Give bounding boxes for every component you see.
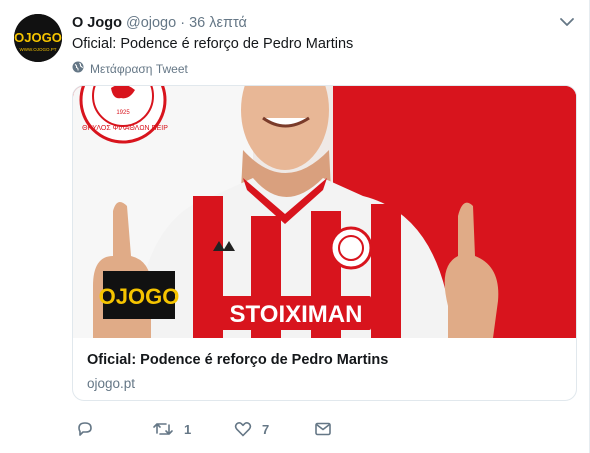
translate-link[interactable]: Μετάφραση Tweet [72, 61, 188, 76]
like-count: 7 [262, 421, 270, 437]
globe-icon [72, 61, 84, 76]
reply-icon [76, 420, 94, 438]
like-button[interactable]: 7 [234, 420, 269, 438]
translate-label: Μετάφραση Tweet [90, 61, 188, 76]
card-image[interactable]: 1925 ΘΡΥΛΟΣ ΦΙΛΑΘΛΩΝ ΠΕΙΡ STOIXIMAN OJOG… [73, 86, 576, 338]
card-body[interactable]: Oficial: Podence é reforço de Pedro Mart… [73, 338, 576, 400]
avatar[interactable]: OJOGO WWW.OJOGO.PT [14, 14, 62, 62]
tweet[interactable]: OJOGO WWW.OJOGO.PT O Jogo @ojogo · 36 λε… [0, 0, 590, 453]
svg-text:WWW.OJOGO.PT: WWW.OJOGO.PT [20, 47, 57, 52]
display-name[interactable]: O Jogo [72, 15, 122, 31]
ojogo-logo: OJOGO WWW.OJOGO.PT [14, 14, 62, 62]
svg-text:STOIXIMAN: STOIXIMAN [230, 301, 363, 328]
link-card[interactable]: 1925 ΘΡΥΛΟΣ ΦΙΛΑΘΛΩΝ ΠΕΙΡ STOIXIMAN OJOG… [72, 85, 577, 401]
separator: · [180, 15, 186, 31]
tweet-actions: 1 7 [72, 420, 492, 442]
card-domain: ojogo.pt [87, 376, 136, 391]
retweet-icon [152, 420, 174, 438]
reply-button[interactable] [76, 420, 104, 438]
retweet-button[interactable]: 1 [152, 420, 191, 438]
tweet-text: Oficial: Podence é reforço de Pedro Mart… [72, 36, 354, 52]
handle[interactable]: @ojogo [126, 15, 176, 31]
svg-text:OJOGO: OJOGO [14, 30, 62, 45]
timestamp[interactable]: 36 λεπτά [189, 15, 247, 31]
svg-text:OJOGO: OJOGO [99, 284, 180, 309]
direct-message-button[interactable] [314, 420, 332, 438]
svg-text:1925: 1925 [116, 110, 130, 116]
caret-down-icon[interactable] [559, 14, 575, 30]
player-photo: 1925 ΘΡΥΛΟΣ ΦΙΛΑΘΛΩΝ ΠΕΙΡ STOIXIMAN OJOG… [73, 86, 576, 338]
card-title[interactable]: Oficial: Podence é reforço de Pedro Mart… [87, 352, 388, 368]
retweet-count: 1 [184, 421, 192, 437]
tweet-header: O Jogo @ojogo · 36 λεπτά [72, 14, 247, 32]
svg-text:ΘΡΥΛΟΣ ΦΙΛΑΘΛΩΝ ΠΕΙΡ: ΘΡΥΛΟΣ ΦΙΛΑΘΛΩΝ ΠΕΙΡ [82, 125, 168, 132]
heart-icon [234, 420, 252, 438]
message-icon [314, 420, 332, 438]
